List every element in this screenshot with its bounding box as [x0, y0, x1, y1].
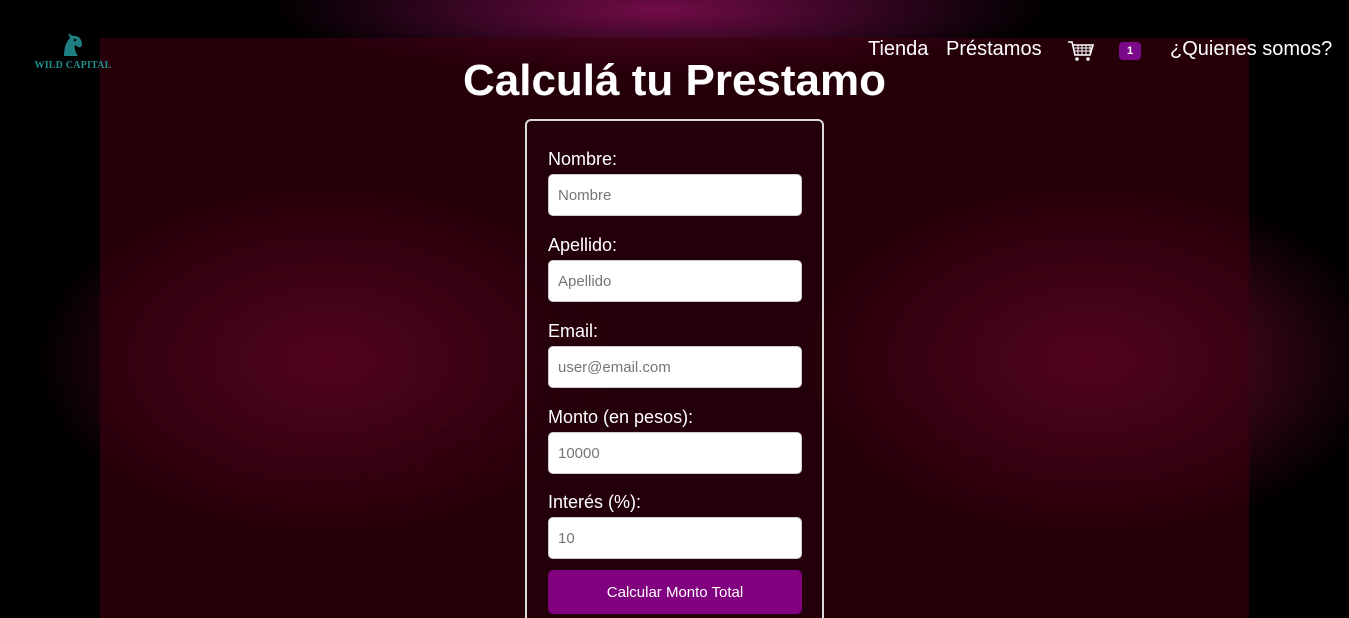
monto-label: Monto (en pesos): — [548, 407, 694, 427]
nombre-label: Nombre: — [548, 149, 618, 169]
apellido-field-group: Apellido: — [548, 234, 802, 302]
page-background: WILD CAPITAL Tienda Préstamos 1 ¿Quienes… — [0, 0, 1349, 618]
loan-form: Nombre: Apellido: Email: Monto (en pesos… — [525, 119, 824, 618]
interes-input[interactable] — [548, 517, 802, 559]
calculate-total-button[interactable]: Calcular Monto Total — [548, 570, 802, 614]
monto-field-group: Monto (en pesos): — [548, 406, 802, 474]
nombre-input[interactable] — [548, 174, 802, 216]
nombre-field-group: Nombre: — [548, 148, 802, 216]
email-field-group: Email: — [548, 320, 802, 388]
apellido-input[interactable] — [548, 260, 802, 302]
email-input[interactable] — [548, 346, 802, 388]
monto-input[interactable] — [548, 432, 802, 474]
page-title: Calculá tu Prestamo — [462, 56, 887, 105]
apellido-label: Apellido: — [548, 235, 618, 255]
email-label: Email: — [548, 321, 599, 341]
horse-head-icon — [64, 33, 82, 56]
interes-label: Interés (%): — [548, 492, 642, 512]
interes-field-group: Interés (%): — [548, 491, 802, 559]
